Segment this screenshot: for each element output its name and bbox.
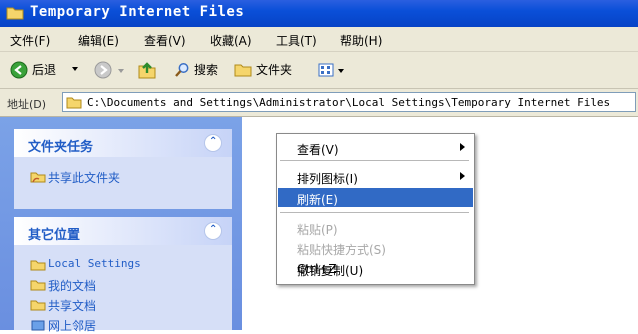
back-dropdown-icon[interactable] (72, 67, 78, 71)
submenu-arrow-icon (460, 143, 465, 151)
folder-icon (6, 7, 24, 20)
context-item-arrange-icons[interactable]: 排列图标(I) (278, 167, 473, 186)
context-item-paste-shortcut[interactable]: 粘贴快捷方式(S) (278, 238, 473, 257)
context-item-refresh[interactable]: 刷新(E) (278, 188, 473, 207)
window-title: Temporary Internet Files (30, 4, 245, 20)
menu-separator (280, 212, 469, 213)
folder-icon (66, 97, 82, 109)
address-label: 地址(D) (7, 98, 47, 111)
menu-view[interactable]: 查看(V) (144, 32, 186, 49)
context-item-label: 查看(V) (297, 143, 339, 157)
menu-help[interactable]: 帮助(H) (340, 32, 382, 49)
search-label: 搜索 (194, 63, 219, 77)
collapse-chevron-icon[interactable]: ⌃ (204, 134, 222, 152)
back-button[interactable]: 后退 (6, 58, 80, 82)
standard-toolbar: 后退 搜索 文件夹 (0, 52, 638, 89)
up-folder-icon[interactable] (137, 60, 157, 80)
other-places-title: 其它位置 (28, 228, 81, 243)
other-places-panel: 其它位置 ⌃ Local Settings 我的文档 共享文档 网上邻居 (14, 217, 232, 333)
forward-arrow-icon (94, 61, 112, 79)
context-item-label: 粘贴快捷方式(S) (297, 243, 386, 257)
back-label: 后退 (32, 63, 57, 77)
folder-tasks-title: 文件夹任务 (28, 140, 94, 155)
my-documents-icon (30, 280, 46, 291)
share-folder-link[interactable]: 共享此文件夹 (48, 169, 120, 186)
menu-separator (280, 160, 469, 161)
collapse-chevron-icon[interactable]: ⌃ (204, 222, 222, 240)
search-button[interactable]: 搜索 (172, 58, 228, 82)
shortcut-text: Ctrl+Z (297, 262, 337, 276)
menu-favorites[interactable]: 收藏(A) (210, 32, 252, 49)
network-places-icon (31, 320, 45, 331)
title-bar: Temporary Internet Files (0, 0, 638, 27)
folders-icon (234, 64, 252, 77)
folder-tasks-header[interactable]: 文件夹任务 ⌃ (14, 129, 232, 157)
place-shared-documents[interactable]: 共享文档 (48, 297, 96, 314)
folders-label: 文件夹 (256, 63, 293, 77)
context-item-paste[interactable]: 粘贴(P) (278, 218, 473, 237)
menu-bar: 文件(F) 编辑(E) 查看(V) 收藏(A) 工具(T) 帮助(H) (0, 27, 638, 52)
shared-documents-icon (30, 300, 46, 311)
folders-button[interactable]: 文件夹 (232, 58, 302, 82)
place-local-settings[interactable]: Local Settings (48, 257, 141, 270)
folder-icon (30, 260, 46, 271)
address-input[interactable]: C:\Documents and Settings\Administrator\… (62, 92, 636, 112)
views-grid-icon (318, 63, 334, 77)
context-item-view[interactable]: 查看(V) (278, 138, 473, 157)
search-icon (175, 63, 189, 77)
menu-edit[interactable]: 编辑(E) (78, 32, 119, 49)
forward-button[interactable] (90, 58, 130, 82)
context-menu: 查看(V) 排列图标(I) 刷新(E) 粘贴(P) 粘贴快捷方式(S) 撤销复制… (276, 133, 475, 285)
address-bar: 地址(D) C:\Documents and Settings\Administ… (0, 89, 638, 117)
context-item-label: 粘贴(P) (297, 223, 338, 237)
share-folder-icon (30, 172, 46, 183)
views-dropdown-icon (338, 69, 344, 73)
address-path: C:\Documents and Settings\Administrator\… (87, 96, 611, 109)
views-button[interactable] (316, 58, 348, 82)
other-places-header[interactable]: 其它位置 ⌃ (14, 217, 232, 245)
place-network[interactable]: 网上邻居 (48, 317, 96, 334)
folder-tasks-panel: 文件夹任务 ⌃ 共享此文件夹 (14, 129, 232, 209)
submenu-arrow-icon (460, 172, 465, 180)
place-my-documents[interactable]: 我的文档 (48, 277, 96, 294)
menu-tools[interactable]: 工具(T) (276, 32, 317, 49)
context-item-undo-copy[interactable]: 撤销复制(U) Ctrl+Z (278, 259, 473, 278)
forward-dropdown-icon[interactable] (118, 69, 124, 73)
context-item-label: 刷新(E) (297, 193, 338, 207)
task-pane: 文件夹任务 ⌃ 共享此文件夹 其它位置 ⌃ Local Settings 我的文… (0, 117, 242, 333)
context-item-label: 排列图标(I) (297, 172, 358, 186)
menu-file[interactable]: 文件(F) (10, 32, 50, 49)
back-arrow-icon (10, 61, 28, 79)
